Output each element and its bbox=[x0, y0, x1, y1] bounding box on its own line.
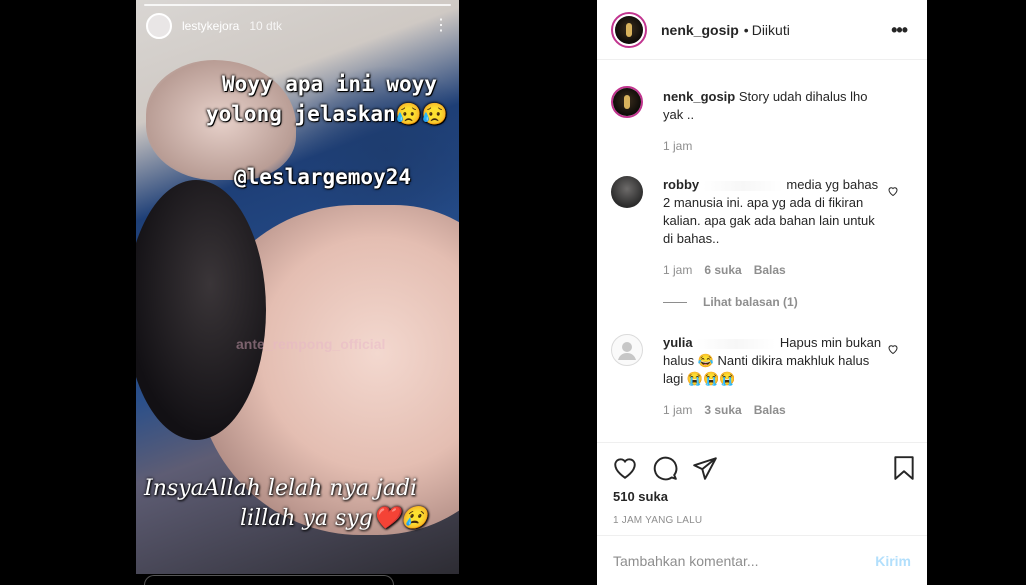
follow-status[interactable]: Diikuti bbox=[752, 22, 790, 38]
caption-username[interactable]: nenk_gosip bbox=[663, 89, 735, 104]
reply-button[interactable]: Balas bbox=[754, 263, 786, 277]
caption-time[interactable]: 1 jam bbox=[663, 139, 692, 153]
comment-input[interactable] bbox=[613, 552, 876, 569]
comment-likes[interactable]: 6 suka bbox=[704, 263, 741, 277]
user-silhouette-icon bbox=[618, 342, 636, 360]
comments-section[interactable]: nenk_gosip Story udah dihalus lho yak ..… bbox=[597, 60, 927, 442]
view-replies[interactable]: Lihat balasan (1) bbox=[663, 295, 798, 309]
story-screenshot: lestykejora 10 dtk ⋮ Woyy apa ini woyy y… bbox=[136, 0, 459, 574]
comment-body: yulia Hapus min bukan halus 😂 Nanti diki… bbox=[663, 334, 885, 388]
post-header: nenk_gosip • Diikuti ••• bbox=[597, 0, 927, 60]
comment-icon[interactable] bbox=[652, 455, 678, 481]
header-avatar[interactable] bbox=[611, 11, 647, 48]
story-avatar bbox=[146, 13, 172, 39]
story-watermark: ante_rempong_official bbox=[236, 336, 386, 352]
reply-button[interactable]: Balas bbox=[754, 403, 786, 417]
story-caption-line-2: yolong jelaskan😥😥 bbox=[206, 102, 448, 126]
post-media-area[interactable]: lestykejora 10 dtk ⋮ Woyy apa ini woyy y… bbox=[0, 0, 597, 585]
share-icon[interactable] bbox=[692, 455, 718, 481]
caption-meta: 1 jam bbox=[663, 139, 692, 153]
comment-likes[interactable]: 3 suka bbox=[704, 403, 741, 417]
comment-time[interactable]: 1 jam bbox=[663, 263, 692, 277]
story-more-icon: ⋮ bbox=[433, 17, 449, 34]
comment-like-heart-icon[interactable] bbox=[887, 343, 899, 355]
comment-body: robby media yg bahas 2 manusia ini. apa … bbox=[663, 176, 885, 248]
comment-username[interactable]: robby bbox=[663, 177, 699, 192]
story-header: lestykejora 10 dtk ⋮ bbox=[146, 12, 449, 40]
view-replies-label[interactable]: Lihat balasan (1) bbox=[703, 295, 798, 309]
caption-body: nenk_gosip Story udah dihalus lho yak .. bbox=[663, 88, 885, 124]
header-separator: • bbox=[743, 21, 749, 38]
header-username[interactable]: nenk_gosip bbox=[661, 22, 739, 38]
story-script-line-2: lillah ya syg❤️😢 bbox=[240, 506, 428, 531]
comment-username[interactable]: yulia bbox=[663, 335, 693, 350]
story-bottom-bar bbox=[144, 575, 394, 585]
comment-blurred-handle bbox=[702, 180, 783, 191]
bookmark-icon[interactable] bbox=[891, 455, 917, 481]
comment-time[interactable]: 1 jam bbox=[663, 403, 692, 417]
story-mention: @leslargemoy24 bbox=[234, 165, 412, 189]
view-replies-line bbox=[663, 301, 687, 303]
more-options-icon[interactable]: ••• bbox=[891, 20, 908, 41]
comment-blurred-handle bbox=[696, 338, 777, 349]
comment-like-heart-icon[interactable] bbox=[887, 185, 899, 197]
post-side-panel: nenk_gosip • Diikuti ••• nenk_gosip Stor… bbox=[597, 0, 927, 585]
default-avatar[interactable] bbox=[611, 334, 643, 366]
post-comment-button[interactable]: Kirim bbox=[875, 553, 911, 569]
post-actions: 510 suka 1 JAM YANG LALU bbox=[597, 442, 927, 535]
comment-meta: 1 jam 6 suka Balas bbox=[663, 263, 786, 277]
comment-avatar[interactable] bbox=[611, 176, 643, 208]
story-progress-bar bbox=[144, 4, 451, 6]
story-script-line-1: InsyaAllah lelah nya jadi bbox=[144, 476, 418, 501]
caption-avatar[interactable] bbox=[611, 86, 643, 118]
like-count[interactable]: 510 suka bbox=[613, 489, 668, 504]
post-timestamp[interactable]: 1 JAM YANG LALU bbox=[613, 515, 702, 526]
add-comment-box: Kirim bbox=[597, 535, 927, 585]
right-backdrop bbox=[927, 0, 1026, 585]
story-caption-line-1: Woyy apa ini woyy bbox=[222, 72, 437, 96]
heart-icon[interactable] bbox=[612, 455, 638, 481]
story-username: lestykejora bbox=[182, 19, 240, 33]
comment-meta: 1 jam 3 suka Balas bbox=[663, 403, 786, 417]
story-time: 10 dtk bbox=[249, 19, 283, 33]
